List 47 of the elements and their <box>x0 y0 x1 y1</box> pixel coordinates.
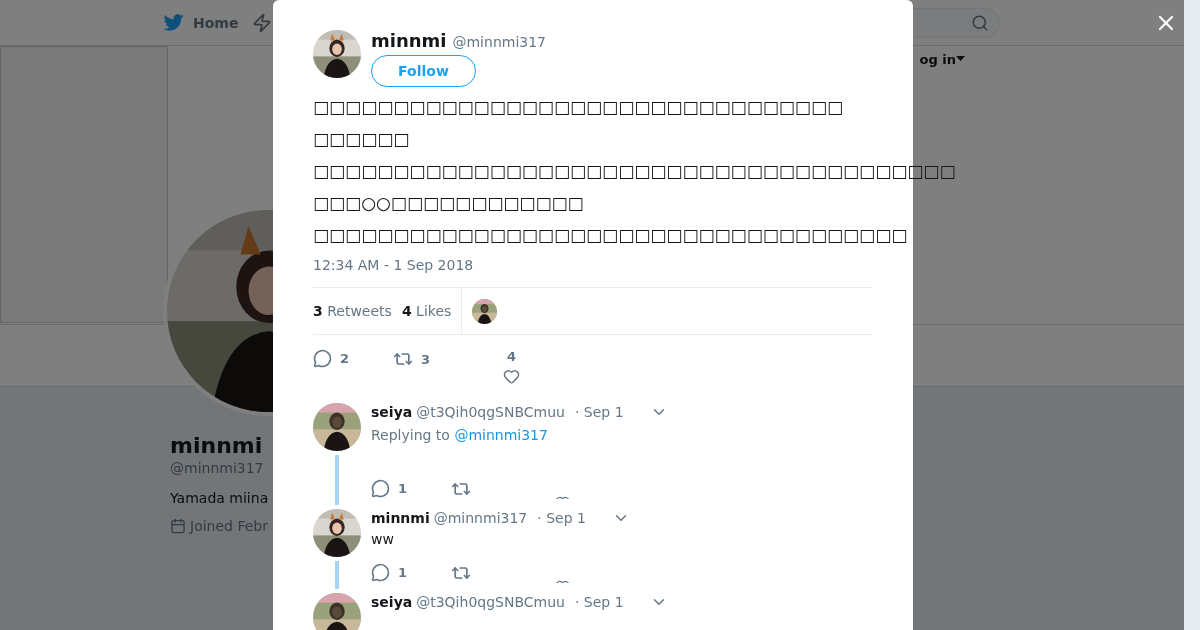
reply-user-name[interactable]: seiya <box>371 594 413 610</box>
reply-count: 1 <box>398 481 408 496</box>
reply-user-name[interactable]: minnmi <box>371 510 430 526</box>
tweet-text-line: □□□□□□ <box>313 128 410 151</box>
tweet-text-line: □□□□□□□□□□□□□□□□□□□□□□□□□□□□□□□□□□□□□□□□ <box>313 160 956 183</box>
reply-avatar[interactable] <box>313 509 361 557</box>
reply-count: 2 <box>340 351 350 366</box>
reply-date[interactable]: · Sep 1 <box>537 510 586 526</box>
home-link[interactable]: Home <box>163 13 239 32</box>
reply-icon[interactable] <box>313 349 332 368</box>
tweet-timestamp: 12:34 AM - 1 Sep 2018 <box>313 257 475 273</box>
tweet-text-line: □□□□□□□□□□□□□□□□□□□□□□□□□□□□□□□□□ <box>313 96 844 119</box>
reply-icon[interactable] <box>371 563 390 582</box>
reply-count: 1 <box>398 565 408 580</box>
reply-user-handle[interactable]: @minnmi317 <box>433 510 528 526</box>
user-name[interactable]: minnmi <box>371 30 447 51</box>
joined-date: Joined Febr <box>190 518 268 534</box>
login-menu[interactable]: og in <box>919 50 965 68</box>
reply-user-handle[interactable]: @t3Qih0qgSNBCmuu <box>416 404 565 420</box>
retweet-count: 3 <box>421 351 431 367</box>
tweet-text-line: □□□□□□□□□□□□□□□□□□□□□□□□□□□□□□□□□□□□□ <box>313 224 908 247</box>
user-handle[interactable]: @minnmi317 <box>452 34 546 50</box>
lightning-icon[interactable] <box>252 12 273 33</box>
stat-link[interactable]: 3 Retweets <box>313 303 392 319</box>
profile-bio: Yamada miina <box>170 490 269 506</box>
profile-name: minnmi <box>170 433 263 458</box>
liker-avatar[interactable] <box>472 298 498 324</box>
bird-icon <box>163 13 185 32</box>
calendar-icon <box>170 518 186 534</box>
search-icon <box>971 13 989 32</box>
profile-handle: @minnmi317 <box>170 460 264 476</box>
reply-date[interactable]: · Sep 1 <box>574 404 624 420</box>
mention-link[interactable]: @minnmi317 <box>454 427 548 443</box>
reply-user-name[interactable]: seiya <box>371 404 413 420</box>
replying-to-text: Replying to @minnmi317 <box>371 427 549 443</box>
like-count: 4 <box>506 349 516 364</box>
reply-text: ww <box>371 531 395 547</box>
reply-date[interactable]: · Sep 1 <box>574 594 624 610</box>
stat-link[interactable]: 4 Likes <box>401 303 452 319</box>
follow-button[interactable]: Follow <box>371 55 476 87</box>
reply-user-handle[interactable]: @t3Qih0qgSNBCmuu <box>416 594 565 610</box>
reply-icon[interactable] <box>371 479 390 498</box>
user-avatar[interactable] <box>313 30 361 78</box>
tweet-text-line: □□□○○□□□□□□□□□□□□ <box>313 192 584 215</box>
caret-icon <box>956 56 965 62</box>
reply-avatar[interactable] <box>313 593 361 630</box>
reply-avatar[interactable] <box>313 403 361 451</box>
